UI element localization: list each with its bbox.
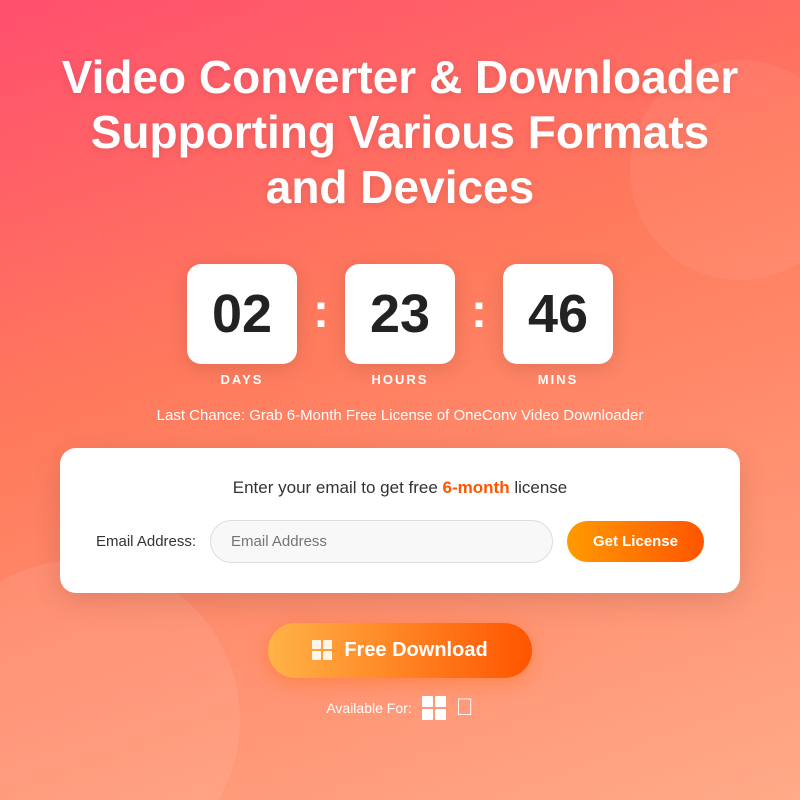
windows-icon	[312, 640, 332, 660]
mins-box: 46	[503, 264, 613, 364]
mac-platform-icon: 	[456, 696, 474, 720]
days-box: 02	[187, 264, 297, 364]
email-label: Email Address:	[96, 533, 196, 550]
email-card: Enter your email to get free 6-month lic…	[60, 448, 740, 593]
last-chance-text: Last Chance: Grab 6-Month Free License o…	[157, 407, 644, 424]
mins-label: MINS	[538, 372, 579, 387]
page-title: Video Converter & Downloader Supporting …	[60, 50, 740, 216]
available-for-text: Available For:	[326, 700, 411, 716]
email-card-title: Enter your email to get free 6-month lic…	[96, 478, 704, 498]
separator-1: :	[313, 284, 329, 339]
bg-decoration-1	[0, 560, 240, 800]
card-title-prefix: Enter your email to get free	[233, 478, 443, 497]
card-title-highlight: 6-month	[443, 478, 510, 497]
days-unit: 02 DAYS	[187, 264, 297, 387]
hours-label: HOURS	[372, 372, 429, 387]
email-row: Email Address: Get License	[96, 520, 704, 563]
card-title-suffix: license	[510, 478, 568, 497]
days-label: DAYS	[221, 372, 264, 387]
countdown-row: 02 DAYS : 23 HOURS : 46 MINS	[187, 264, 613, 387]
available-for-row: Available For: 	[326, 696, 473, 720]
separator-2: :	[471, 284, 487, 339]
free-download-label: Free Download	[344, 639, 487, 662]
hours-unit: 23 HOURS	[345, 264, 455, 387]
page-wrapper: Video Converter & Downloader Supporting …	[0, 0, 800, 800]
windows-platform-icon	[422, 696, 446, 720]
free-download-button[interactable]: Free Download	[268, 623, 531, 678]
mins-unit: 46 MINS	[503, 264, 613, 387]
hours-box: 23	[345, 264, 455, 364]
get-license-button[interactable]: Get License	[567, 521, 704, 562]
email-input[interactable]	[210, 520, 553, 563]
